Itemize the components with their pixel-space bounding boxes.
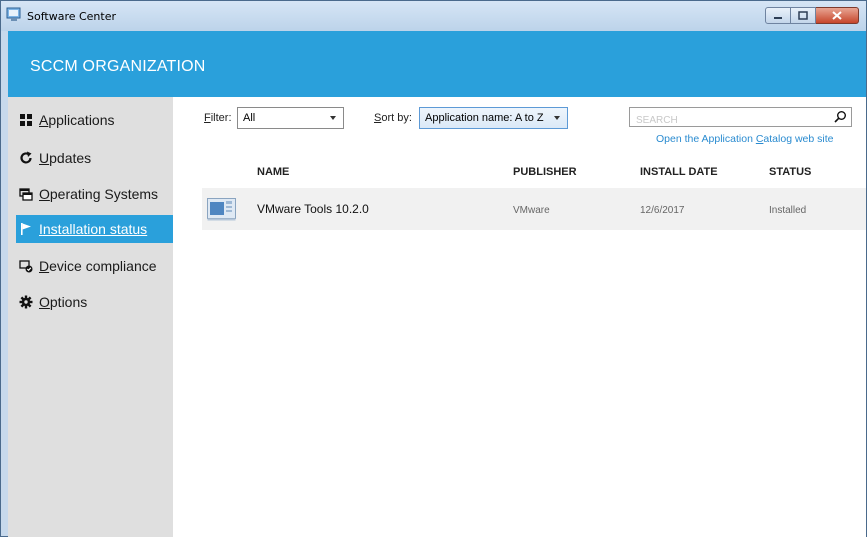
table-row[interactable]: VMware Tools 10.2.0 VMware 12/6/2017 Ins… <box>202 188 866 230</box>
column-header-name[interactable]: NAME <box>257 166 289 178</box>
applications-icon <box>19 113 33 127</box>
filter-label: Filter: <box>204 112 232 124</box>
column-header-install-date[interactable]: INSTALL DATE <box>640 166 718 178</box>
sort-value: Application name: A to Z <box>425 112 544 124</box>
chevron-down-icon <box>330 116 336 120</box>
filter-dropdown[interactable]: All <box>237 107 344 129</box>
search-box[interactable] <box>629 107 852 130</box>
sidebar-item-label: Applications <box>39 112 115 128</box>
windows-icon <box>19 187 33 201</box>
sidebar-item-label: Options <box>39 294 88 310</box>
application-catalog-link[interactable]: Open the Application Catalog web site <box>656 133 833 145</box>
refresh-icon <box>19 151 33 165</box>
close-button[interactable] <box>816 7 859 24</box>
software-center-window: Software Center SCCM ORGANIZATION Applic… <box>0 0 867 537</box>
sidebar-item-label: Installation status <box>39 221 148 237</box>
maximize-icon <box>798 11 808 20</box>
search-input[interactable] <box>634 111 828 130</box>
sidebar-item-label: Device compliance <box>39 258 157 274</box>
filter-value: All <box>243 112 256 124</box>
gear-icon <box>19 295 33 309</box>
org-header: SCCM ORGANIZATION <box>8 31 866 97</box>
close-icon <box>832 11 842 20</box>
app-icon <box>6 7 21 21</box>
title-bar[interactable]: Software Center <box>1 1 866 31</box>
app-install-date: 12/6/2017 <box>640 205 685 216</box>
main-panel: Filter: All Sort by: Application name: A… <box>173 97 866 537</box>
sidebar-item-label: Updates <box>39 150 92 166</box>
organization-name: SCCM ORGANIZATION <box>30 58 206 75</box>
sidebar-item-label: Operating Systems <box>39 186 159 202</box>
sidebar-item-applications[interactable]: Applications <box>16 106 176 134</box>
window-title: Software Center <box>27 10 117 23</box>
app-name: VMware Tools 10.2.0 <box>257 202 369 216</box>
device-compliance-icon <box>19 259 33 273</box>
app-publisher: VMware <box>513 205 550 216</box>
sort-dropdown[interactable]: Application name: A to Z <box>419 107 568 129</box>
minimize-button[interactable] <box>765 7 791 24</box>
sort-label: Sort by: <box>374 112 412 124</box>
app-status: Installed <box>769 205 807 216</box>
minimize-icon <box>774 16 782 19</box>
search-icon[interactable] <box>834 110 847 123</box>
window-controls <box>765 7 859 25</box>
column-header-publisher[interactable]: PUBLISHER <box>513 166 577 178</box>
application-icon <box>207 198 236 221</box>
sidebar-item-operating-systems[interactable]: Operating Systems <box>16 180 176 208</box>
sidebar-item-device-compliance[interactable]: Device compliance <box>16 252 176 280</box>
sidebar: Applications Updates Operating Systems I… <box>8 97 176 537</box>
maximize-button[interactable] <box>791 7 816 24</box>
sidebar-item-installation-status[interactable]: Installation status <box>16 215 175 243</box>
flag-icon <box>19 222 33 236</box>
sidebar-item-updates[interactable]: Updates <box>16 144 176 172</box>
chevron-down-icon <box>554 116 560 120</box>
column-header-status[interactable]: STATUS <box>769 166 811 178</box>
sidebar-item-options[interactable]: Options <box>16 288 176 316</box>
